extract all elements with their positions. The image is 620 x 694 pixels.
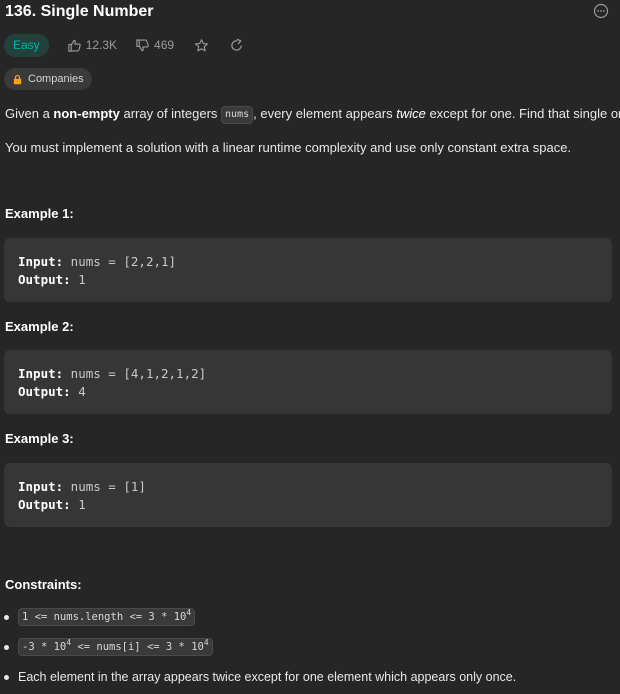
example-1-input-line: Input: nums = [2,2,1] <box>18 254 177 269</box>
like-button[interactable]: 12.3K <box>67 38 117 53</box>
lock-icon <box>13 74 22 84</box>
constraints-title: Constraints: <box>5 577 82 592</box>
constraint-2-code: -3 * 104 <= nums[i] <= 3 * 104 <box>18 638 213 656</box>
like-count: 12.3K <box>85 38 118 52</box>
problem-meta-row: Easy 12.3K 469 <box>4 33 244 57</box>
thumbs-down-icon <box>136 38 149 51</box>
dislike-button[interactable]: 469 <box>135 38 174 53</box>
problem-description-panel: 136. Single Number Easy 12.3K 469 Compan… <box>0 0 620 694</box>
share-icon <box>231 38 242 51</box>
example-2-input-line: Input: nums = [4,1,2,1,2] <box>18 366 207 381</box>
description-paragraph-2: You must implement a solution with a lin… <box>5 140 572 155</box>
bullet <box>4 644 9 650</box>
thumbs-up-icon <box>68 39 81 52</box>
inline-code-nums: nums <box>221 106 254 124</box>
problem-title[interactable]: 136. Single Number <box>5 3 154 21</box>
star-icon <box>195 38 209 51</box>
more-options-button[interactable] <box>593 3 609 19</box>
more-horizontal-icon <box>593 3 609 19</box>
companies-tag[interactable]: Companies <box>4 68 92 90</box>
example-1-box: Input: nums = [2,2,1] Output: 1 <box>4 238 612 302</box>
share-button[interactable] <box>229 38 244 53</box>
dislike-count: 469 <box>154 38 175 52</box>
emphasis-twice: twice <box>396 106 426 121</box>
favorite-button[interactable] <box>194 38 209 53</box>
companies-label: Companies <box>28 73 84 85</box>
bullet <box>4 614 9 620</box>
example-3-box: Input: nums = [1] Output: 1 <box>4 463 612 527</box>
example-2-title: Example 2: <box>5 319 74 334</box>
description-paragraph-1: Given a non-empty array of integers nums… <box>5 106 620 124</box>
example-3-input-line: Input: nums = [1] <box>18 479 146 494</box>
constraint-2: -3 * 104 <= nums[i] <= 3 * 104 <box>4 638 213 656</box>
example-1-output-line: Output: 1 <box>18 272 86 287</box>
bullet <box>4 674 9 680</box>
constraint-1-code: 1 <= nums.length <= 3 * 104 <box>18 608 196 626</box>
example-3-title: Example 3: <box>5 431 74 446</box>
example-1-title: Example 1: <box>5 206 74 221</box>
example-3-output-line: Output: 1 <box>18 497 86 512</box>
constraint-3-text: Each element in the array appears twice … <box>18 670 517 684</box>
example-2-box: Input: nums = [4,1,2,1,2] Output: 4 <box>4 350 612 414</box>
difficulty-badge: Easy <box>4 33 49 57</box>
constraint-3: Each element in the array appears twice … <box>4 670 516 684</box>
example-2-output-line: Output: 4 <box>18 384 86 399</box>
constraint-1: 1 <= nums.length <= 3 * 104 <box>4 608 196 626</box>
emphasis-non-empty: non-empty <box>53 106 120 121</box>
